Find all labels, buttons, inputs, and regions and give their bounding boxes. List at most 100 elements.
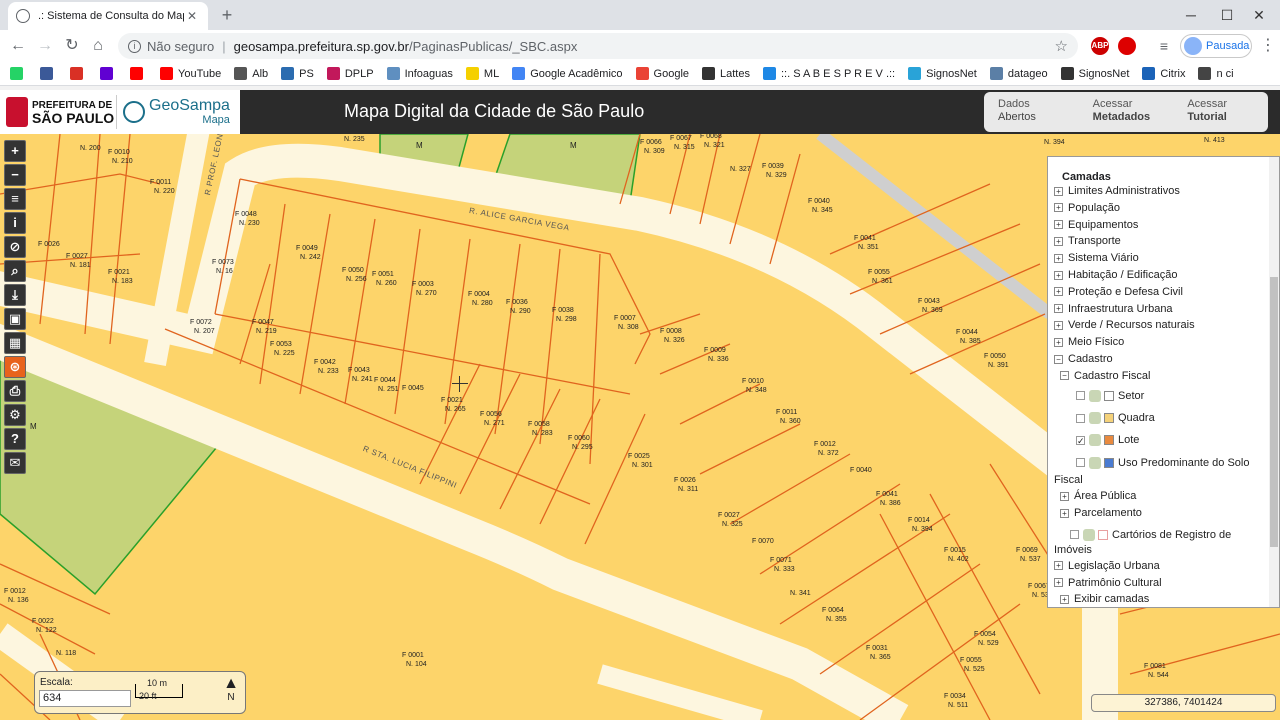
tools-button[interactable]: ⊛ <box>4 356 26 378</box>
toggle-icon[interactable]: + <box>1054 236 1063 246</box>
lot-label[interactable]: F 0039 N. 329 <box>762 162 787 180</box>
lot-label[interactable]: F 0056 N. 271 <box>480 410 505 428</box>
fiscal-layer[interactable]: Uso Predominante do Solo <box>1048 452 1279 474</box>
bookmark-item[interactable]: PS <box>281 67 314 80</box>
lot-label[interactable]: F 0055 N. 361 <box>868 268 893 286</box>
bookmark-item[interactable]: SignosNet <box>1060 67 1129 80</box>
lot-label[interactable]: F 0027 N. 325 <box>718 511 743 529</box>
lot-label[interactable]: F 0021 N. 265 <box>441 396 466 414</box>
layer-group[interactable]: + Proteção e Defesa Civil <box>1048 284 1279 301</box>
transparency-icon[interactable] <box>1083 528 1095 541</box>
lot-label[interactable]: F 0068 N. 321 <box>700 134 725 150</box>
lot-label[interactable]: F 0040 N. 345 <box>808 197 833 215</box>
lot-label[interactable]: F 0034 N. 511 <box>944 692 968 710</box>
zoom-out-button[interactable]: − <box>4 164 26 186</box>
transparency-icon[interactable] <box>1089 389 1101 402</box>
lot-label[interactable]: F 0050 N. 391 <box>984 352 1009 370</box>
lot-label[interactable]: N. 413 <box>1200 136 1225 145</box>
menu-acessar-tutorial[interactable]: Acessar Tutorial <box>1173 92 1268 132</box>
toggle-icon[interactable]: + <box>1054 578 1063 588</box>
transparency-icon[interactable] <box>1089 412 1101 425</box>
lot-label[interactable]: F 0073 N. 16 <box>212 258 234 276</box>
toggle-icon[interactable]: + <box>1054 287 1063 297</box>
toggle-icon[interactable]: + <box>1054 203 1063 213</box>
lot-label[interactable]: F 0051 N. 260 <box>372 270 397 288</box>
lot-label[interactable]: F 0011 N. 220 <box>150 178 175 196</box>
lot-label[interactable]: F 0042 N. 233 <box>314 358 339 376</box>
lot-label[interactable]: F 0001 N. 104 <box>402 651 427 669</box>
layer-group[interactable]: + Equipamentos <box>1048 217 1279 234</box>
lot-label[interactable]: F 0008 N. 326 <box>660 327 685 345</box>
lot-label[interactable]: F 0026 N. 311 <box>674 476 698 494</box>
lot-label[interactable]: F 0053 N. 225 <box>270 340 295 358</box>
bookmark-item[interactable] <box>70 67 88 80</box>
opera-icon[interactable] <box>1118 37 1136 55</box>
layer-group[interactable]: + Legislação Urbana <box>1048 558 1279 575</box>
lot-label[interactable]: F 0060 N. 295 <box>568 434 593 452</box>
lot-label[interactable]: F 0041 N. 351 <box>854 234 879 252</box>
fiscal-layer[interactable]: ✓ Lote <box>1048 429 1279 451</box>
adblock-icon[interactable]: ABP <box>1091 37 1109 55</box>
lot-label[interactable]: F 0041 N. 386 <box>876 490 901 508</box>
star-icon[interactable]: ☆ <box>1055 37 1068 55</box>
scroll-thumb[interactable] <box>1270 277 1278 547</box>
lot-label[interactable]: F 0044 N. 251 <box>374 376 399 394</box>
search-button[interactable]: ⌕ <box>4 260 26 282</box>
layer-checkbox[interactable] <box>1076 413 1085 423</box>
fiscal-layer[interactable]: Quadra <box>1048 407 1279 429</box>
scale-input[interactable]: 634 <box>39 690 131 707</box>
layer-group[interactable]: − Cadastro <box>1048 351 1279 368</box>
bookmark-item[interactable]: DPLP <box>326 67 374 80</box>
menu-dados-abertos[interactable]: Dados Abertos <box>984 92 1079 132</box>
bookmark-item[interactable] <box>130 67 148 80</box>
lot-label[interactable]: F 0003 N. 270 <box>412 280 437 298</box>
profile-button[interactable]: Pausada <box>1180 34 1252 58</box>
lot-label[interactable]: F 0070 <box>752 537 774 546</box>
lot-label[interactable]: F 0081 N. 544 <box>1144 662 1169 680</box>
toggle-icon[interactable]: + <box>1054 186 1063 196</box>
toggle-icon[interactable]: + <box>1054 561 1063 571</box>
bookmark-item[interactable]: datageo <box>989 67 1048 80</box>
layer-cartorios[interactable]: Cartórios de Registro de <box>1048 522 1279 544</box>
geosampa-logo[interactable]: GeoSampa Mapa <box>116 95 230 129</box>
transparency-icon[interactable] <box>1089 456 1101 469</box>
lot-label[interactable]: F 0012 N. 136 <box>4 587 29 605</box>
lot-label[interactable]: F 0009 N. 336 <box>704 346 729 364</box>
lot-label[interactable]: F 0036 N. 290 <box>506 298 531 316</box>
lot-label[interactable]: F 0067 N. 315 <box>670 134 695 152</box>
lot-label[interactable]: F 0043 N. 369 <box>918 297 943 315</box>
toggle-icon[interactable]: + <box>1060 491 1069 501</box>
toggle-icon[interactable]: + <box>1054 304 1063 314</box>
info-button[interactable]: i <box>4 212 26 234</box>
locate-button[interactable]: ⊘ <box>4 236 26 258</box>
lot-label[interactable]: F 0043 N. 241 <box>348 366 373 384</box>
lot-label[interactable]: N. 341 <box>786 589 811 598</box>
lot-label[interactable]: F 0010 N. 210 <box>108 148 133 166</box>
layer-group[interactable]: + Limites Administrativos <box>1048 183 1279 200</box>
lot-label[interactable]: F 0011 N. 360 <box>776 408 801 426</box>
media-icon[interactable]: ≡ <box>1152 34 1176 58</box>
toggle-icon[interactable]: + <box>1054 220 1063 230</box>
layer-group[interactable]: + Transporte <box>1048 233 1279 250</box>
toggle-icon[interactable]: + <box>1060 594 1069 604</box>
lot-label[interactable]: F 0071 N. 333 <box>770 556 795 574</box>
save-button[interactable]: ▣ <box>4 308 26 330</box>
lot-label[interactable]: F 0072 N. 207 <box>190 318 215 336</box>
layer-checkbox[interactable] <box>1076 458 1085 468</box>
fiscal-layer[interactable]: Setor <box>1048 385 1279 407</box>
layer-checkbox[interactable]: ✓ <box>1076 435 1085 445</box>
menu-icon[interactable]: ⋮ <box>1256 34 1280 58</box>
lot-label[interactable]: F 0031 N. 365 <box>866 644 891 662</box>
layer-group[interactable]: + Infraestrutura Urbana <box>1048 301 1279 318</box>
layer-area-publica[interactable]: + Área Pública <box>1048 488 1279 505</box>
layer-parcelamento[interactable]: + Parcelamento <box>1048 505 1279 522</box>
layer-group[interactable]: + Meio Físico <box>1048 334 1279 351</box>
lot-label[interactable]: F 0048 N. 230 <box>235 210 260 228</box>
layer-checkbox[interactable] <box>1070 530 1079 540</box>
lot-label[interactable]: F 0038 N. 298 <box>552 306 577 324</box>
lot-label[interactable]: F 0026 <box>38 240 60 249</box>
new-tab-button[interactable]: + <box>216 4 238 26</box>
layer-group[interactable]: + Sistema Viário <box>1048 250 1279 267</box>
forward-button[interactable]: → <box>33 34 57 58</box>
bookmark-item[interactable] <box>100 67 118 80</box>
